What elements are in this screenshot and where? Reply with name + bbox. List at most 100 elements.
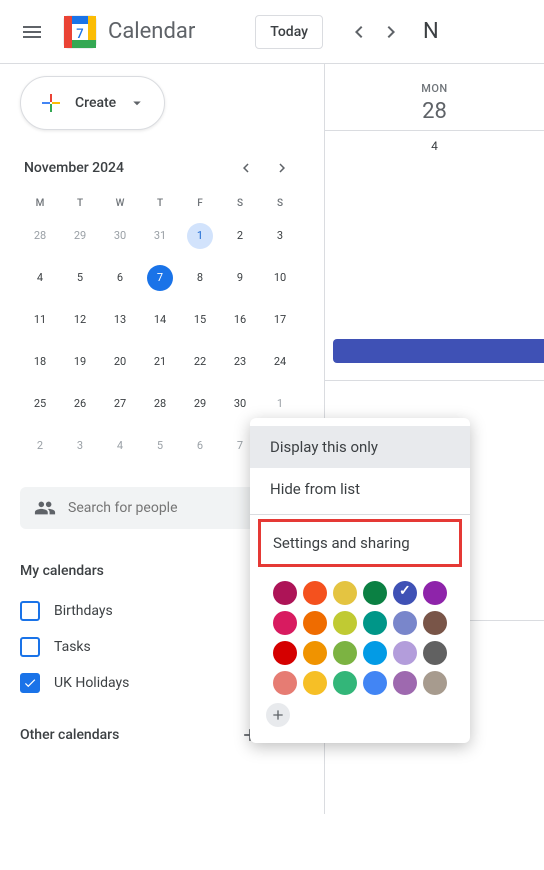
mini-day[interactable]: 28: [140, 383, 180, 425]
dropdown-caret-icon: [128, 94, 146, 112]
mini-day[interactable]: 2: [220, 215, 260, 257]
color-swatch[interactable]: [423, 641, 447, 665]
mini-day[interactable]: 21: [140, 341, 180, 383]
color-swatch[interactable]: [423, 671, 447, 695]
color-swatch[interactable]: [393, 671, 417, 695]
menu-display-only[interactable]: Display this only: [250, 426, 470, 468]
mini-dow: F: [180, 192, 220, 215]
mini-day[interactable]: 24: [260, 341, 300, 383]
plus-multicolor-icon: [39, 91, 63, 115]
mini-day[interactable]: 5: [60, 257, 100, 299]
color-swatch[interactable]: [363, 641, 387, 665]
app-logo: 7 Calendar: [60, 12, 195, 52]
event-bar[interactable]: [333, 339, 544, 363]
mini-day[interactable]: 9: [220, 257, 260, 299]
color-swatch[interactable]: [273, 581, 297, 605]
today-button[interactable]: Today: [255, 15, 323, 49]
mini-day[interactable]: 13: [100, 299, 140, 341]
calendar-logo-icon: 7: [60, 12, 100, 52]
color-swatch[interactable]: [303, 581, 327, 605]
mini-next-month[interactable]: [268, 154, 296, 182]
mini-day[interactable]: 29: [60, 215, 100, 257]
mini-day[interactable]: 5: [140, 425, 180, 467]
mini-dow: S: [260, 192, 300, 215]
color-swatch[interactable]: [393, 581, 417, 605]
menu-divider: [250, 514, 470, 515]
mini-day[interactable]: 19: [60, 341, 100, 383]
color-swatch[interactable]: [333, 671, 357, 695]
mini-day[interactable]: 20: [100, 341, 140, 383]
current-month-label: N: [423, 19, 439, 44]
chevron-right-icon: [273, 159, 291, 177]
main-menu-button[interactable]: [8, 8, 56, 56]
mini-dow: T: [140, 192, 180, 215]
color-swatch[interactable]: [303, 611, 327, 635]
mini-day[interactable]: 7: [140, 257, 180, 299]
color-swatch[interactable]: [363, 671, 387, 695]
color-swatch[interactable]: [333, 611, 357, 635]
mini-month-label: November 2024: [24, 160, 124, 176]
calendar-checkbox[interactable]: [20, 673, 40, 693]
color-swatch[interactable]: [273, 611, 297, 635]
add-custom-color[interactable]: [266, 703, 290, 727]
color-swatch[interactable]: [363, 581, 387, 605]
color-swatch[interactable]: [333, 641, 357, 665]
date-cell[interactable]: 4: [325, 131, 544, 161]
mini-day[interactable]: 30: [100, 215, 140, 257]
mini-dow: T: [60, 192, 100, 215]
next-period-button[interactable]: [375, 16, 407, 48]
date-number[interactable]: 28: [325, 99, 544, 124]
mini-day[interactable]: 4: [100, 425, 140, 467]
mini-day[interactable]: 11: [20, 299, 60, 341]
color-swatch[interactable]: [393, 611, 417, 635]
chevron-right-icon: [379, 20, 403, 44]
mini-day[interactable]: 28: [20, 215, 60, 257]
mini-day[interactable]: 31: [140, 215, 180, 257]
color-swatch[interactable]: [333, 581, 357, 605]
calendar-checkbox[interactable]: [20, 637, 40, 657]
mini-dow: M: [20, 192, 60, 215]
mini-day[interactable]: 15: [180, 299, 220, 341]
mini-day[interactable]: 14: [140, 299, 180, 341]
calendar-checkbox[interactable]: [20, 601, 40, 621]
color-swatch[interactable]: [273, 641, 297, 665]
color-swatch[interactable]: [303, 641, 327, 665]
mini-day[interactable]: 8: [180, 257, 220, 299]
settings-highlight: Settings and sharing: [258, 519, 462, 567]
mini-day[interactable]: 10: [260, 257, 300, 299]
mini-day[interactable]: 23: [220, 341, 260, 383]
menu-settings-sharing[interactable]: Settings and sharing: [261, 522, 459, 564]
color-swatch[interactable]: [273, 671, 297, 695]
mini-day[interactable]: 27: [100, 383, 140, 425]
mini-day[interactable]: 2: [20, 425, 60, 467]
color-picker: [250, 569, 470, 703]
mini-day[interactable]: 17: [260, 299, 300, 341]
mini-day[interactable]: 4: [20, 257, 60, 299]
mini-day[interactable]: 6: [180, 425, 220, 467]
color-swatch[interactable]: [393, 641, 417, 665]
color-swatch[interactable]: [303, 671, 327, 695]
mini-day[interactable]: 22: [180, 341, 220, 383]
mini-day[interactable]: 3: [60, 425, 100, 467]
chevron-left-icon: [347, 20, 371, 44]
color-swatch[interactable]: [423, 581, 447, 605]
mini-day[interactable]: 6: [100, 257, 140, 299]
calendar-name: Tasks: [54, 639, 91, 655]
other-calendars-title[interactable]: Other calendars: [20, 727, 119, 743]
mini-day[interactable]: 3: [260, 215, 300, 257]
mini-day[interactable]: 29: [180, 383, 220, 425]
prev-period-button[interactable]: [343, 16, 375, 48]
color-swatch[interactable]: [423, 611, 447, 635]
mini-day[interactable]: 16: [220, 299, 260, 341]
mini-day[interactable]: 12: [60, 299, 100, 341]
menu-hide[interactable]: Hide from list: [250, 468, 470, 510]
mini-day[interactable]: 18: [20, 341, 60, 383]
create-button[interactable]: Create: [20, 76, 165, 130]
mini-day[interactable]: 1: [180, 215, 220, 257]
mini-day[interactable]: 25: [20, 383, 60, 425]
mini-dow: S: [220, 192, 260, 215]
mini-day[interactable]: 26: [60, 383, 100, 425]
chevron-left-icon: [237, 159, 255, 177]
mini-prev-month[interactable]: [232, 154, 260, 182]
color-swatch[interactable]: [363, 611, 387, 635]
